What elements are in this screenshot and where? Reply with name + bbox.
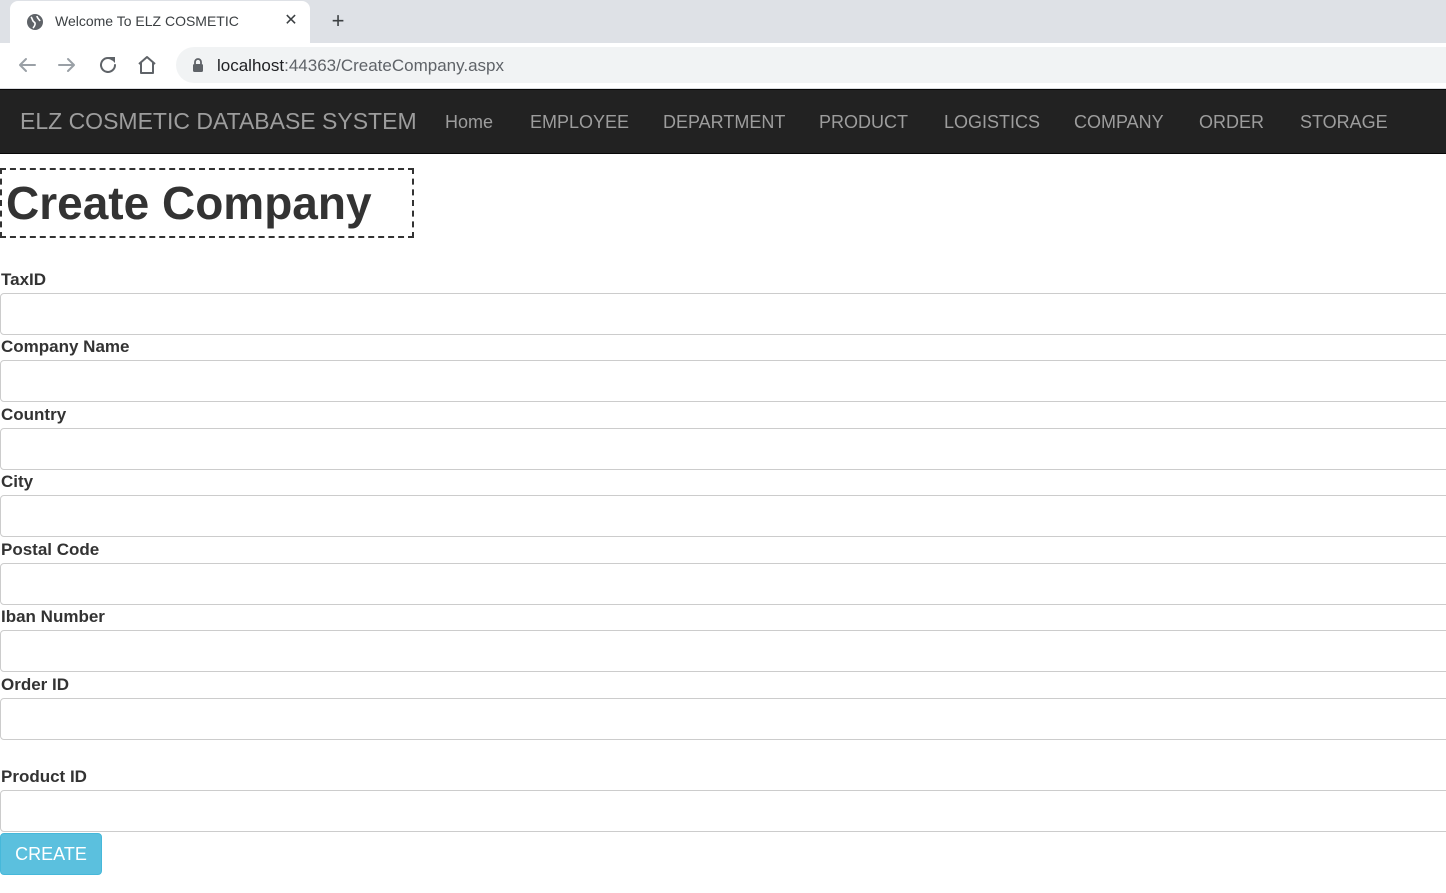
- product-id-label: Product ID: [1, 767, 87, 786]
- nav-item-order[interactable]: ORDER: [1199, 112, 1264, 133]
- iban-number-input[interactable]: [0, 630, 1446, 672]
- order-id-label: Order ID: [1, 675, 70, 694]
- forward-arrow-icon[interactable]: [55, 53, 79, 77]
- nav-item-employee[interactable]: EMPLOYEE: [530, 112, 629, 133]
- browser-tab-strip: Welcome To ELZ COSMETIC ✕ +: [0, 0, 1446, 43]
- taxid-label: TaxID: [1, 270, 47, 289]
- nav-item-company[interactable]: COMPANY: [1074, 112, 1164, 133]
- url-text: localhost:44363/CreateCompany.aspx: [217, 56, 504, 76]
- site-navbar: ELZ COSMETIC DATABASE SYSTEM Home EMPLOY…: [0, 89, 1446, 154]
- postal-code-label: Postal Code: [1, 540, 100, 559]
- nav-item-product[interactable]: PRODUCT: [819, 112, 908, 133]
- nav-item-home[interactable]: Home: [445, 112, 493, 133]
- company-name-label: Company Name: [1, 337, 130, 356]
- close-icon[interactable]: ✕: [282, 12, 300, 30]
- page-title: Create Company: [0, 168, 414, 238]
- nav-item-department[interactable]: DEPARTMENT: [663, 112, 785, 133]
- create-button[interactable]: CREATE: [0, 833, 102, 875]
- country-input[interactable]: [0, 428, 1446, 470]
- product-id-input[interactable]: [0, 790, 1446, 832]
- nav-item-storage[interactable]: STORAGE: [1300, 112, 1388, 133]
- browser-tab[interactable]: Welcome To ELZ COSMETIC ✕: [10, 1, 310, 43]
- globe-icon: [27, 14, 43, 30]
- navbar-brand[interactable]: ELZ COSMETIC DATABASE SYSTEM: [20, 108, 417, 135]
- home-icon[interactable]: [135, 53, 159, 77]
- new-tab-button[interactable]: +: [326, 9, 350, 33]
- address-bar[interactable]: localhost:44363/CreateCompany.aspx: [176, 47, 1446, 83]
- url-path: :44363/CreateCompany.aspx: [284, 56, 504, 75]
- back-arrow-icon[interactable]: [15, 53, 39, 77]
- nav-item-logistics[interactable]: LOGISTICS: [944, 112, 1040, 133]
- country-label: Country: [1, 405, 67, 424]
- order-id-input[interactable]: [0, 698, 1446, 740]
- reload-icon[interactable]: [96, 53, 120, 77]
- taxid-input[interactable]: [0, 293, 1446, 335]
- city-input[interactable]: [0, 495, 1446, 537]
- tab-title: Welcome To ELZ COSMETIC: [55, 13, 239, 29]
- city-label: City: [1, 472, 34, 491]
- company-name-input[interactable]: [0, 360, 1446, 402]
- lock-icon: [193, 58, 203, 72]
- url-host: localhost: [217, 56, 285, 75]
- browser-toolbar: localhost:44363/CreateCompany.aspx: [0, 43, 1446, 89]
- postal-code-input[interactable]: [0, 563, 1446, 605]
- iban-number-label: Iban Number: [1, 607, 105, 626]
